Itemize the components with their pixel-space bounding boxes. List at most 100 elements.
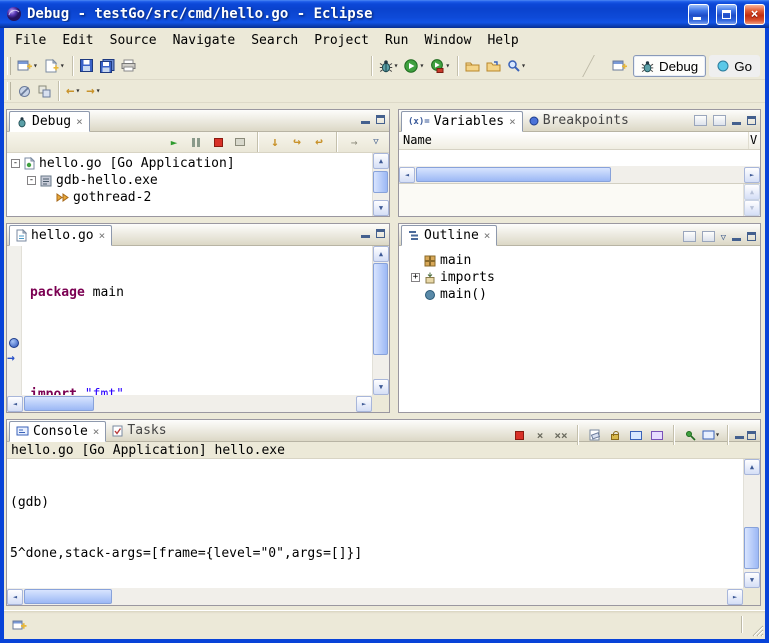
print-button[interactable] <box>118 55 139 77</box>
menu-source[interactable]: Source <box>102 30 165 51</box>
maximize-view-button[interactable] <box>376 229 385 238</box>
maximize-view-button[interactable] <box>376 115 385 124</box>
scroll-down-button[interactable]: ▼ <box>373 200 389 216</box>
menu-project[interactable]: Project <box>306 30 377 51</box>
minimize-view-button[interactable] <box>732 117 741 125</box>
expander-icon[interactable]: - <box>27 176 36 185</box>
scroll-right-button[interactable]: ► <box>727 589 743 605</box>
show-type-names-button[interactable] <box>694 115 707 126</box>
scroll-left-button[interactable]: ◄ <box>7 589 23 605</box>
tab-close-icon[interactable]: × <box>93 427 100 437</box>
open-project-button[interactable] <box>462 55 483 77</box>
save-all-button[interactable] <box>97 55 118 77</box>
clear-console-button[interactable] <box>585 427 603 443</box>
tab-tasks[interactable]: Tasks <box>106 420 172 441</box>
variables-horizontal-scrollbar[interactable]: ◄ ► <box>399 166 760 183</box>
minimize-view-button[interactable] <box>732 233 741 241</box>
tab-close-icon[interactable]: × <box>509 117 516 127</box>
skip-breakpoints-button[interactable] <box>14 80 34 102</box>
forward-button[interactable]: → ▾ <box>83 80 103 102</box>
scrollbar-track[interactable] <box>744 475 760 572</box>
debug-tree-row-launch[interactable]: - hello.go [Go Application] <box>7 155 389 172</box>
open-resource-button[interactable] <box>483 55 504 77</box>
show-console-stdout-button[interactable] <box>627 427 645 443</box>
scroll-left-button[interactable]: ◄ <box>399 167 415 183</box>
scroll-up-button[interactable]: ▲ <box>744 459 760 475</box>
resume-button[interactable]: ► <box>165 134 183 151</box>
minimize-button[interactable] <box>688 4 709 25</box>
view-menu-button[interactable]: ▽ <box>721 229 726 244</box>
search-button[interactable]: ▾ <box>504 55 529 77</box>
tab-variables[interactable]: (x)= Variables × <box>401 111 523 132</box>
scrollbar-track[interactable] <box>415 167 744 182</box>
tab-breakpoints[interactable]: Breakpoints <box>523 110 635 131</box>
outline-item-package[interactable]: main <box>407 252 760 269</box>
use-step-filters-button[interactable]: → <box>345 134 363 151</box>
back-button[interactable]: ← ▾ <box>63 80 83 102</box>
minimize-view-button[interactable] <box>361 230 370 238</box>
console-output-area[interactable]: (gdb) 5^done,stack-args=[frame={level="0… <box>7 459 760 588</box>
scroll-down-button[interactable]: ▼ <box>744 572 760 588</box>
outline-item-main-func[interactable]: main() <box>407 286 760 303</box>
tab-close-icon[interactable]: × <box>99 231 106 241</box>
scrollbar-track[interactable] <box>23 396 356 411</box>
collapse-all-button[interactable] <box>713 115 726 126</box>
hide-fields-button[interactable] <box>702 231 715 242</box>
close-button[interactable]: × <box>744 4 765 25</box>
column-header-name[interactable]: Name <box>399 132 749 149</box>
menu-run[interactable]: Run <box>377 30 416 51</box>
maximize-view-button[interactable] <box>747 232 756 241</box>
maximize-view-button[interactable] <box>747 431 756 440</box>
toolbar-grip[interactable] <box>7 82 11 100</box>
pin-console-button[interactable] <box>681 427 699 443</box>
detail-vertical-scrollbar[interactable]: ▲ ▼ <box>743 184 760 216</box>
tab-debug[interactable]: Debug × <box>9 111 90 132</box>
maximize-view-button[interactable] <box>747 116 756 125</box>
menu-navigate[interactable]: Navigate <box>165 30 244 51</box>
view-menu-button[interactable]: ▽ <box>367 134 385 151</box>
column-header-value[interactable]: V <box>749 132 760 149</box>
scroll-down-button[interactable]: ▼ <box>744 200 760 216</box>
resize-grip[interactable] <box>750 623 764 637</box>
external-tools-button[interactable]: ▾ <box>427 55 453 77</box>
maximize-button[interactable] <box>716 4 737 25</box>
scroll-up-button[interactable]: ▲ <box>744 184 760 200</box>
scrollbar-thumb[interactable] <box>373 263 388 355</box>
fast-view-button[interactable] <box>9 615 30 635</box>
outline-item-imports[interactable]: + imports <box>407 269 760 286</box>
menu-help[interactable]: Help <box>479 30 526 51</box>
console-horizontal-scrollbar[interactable]: ◄ ► <box>7 588 743 605</box>
expander-icon[interactable]: - <box>11 159 20 168</box>
tab-hello-go[interactable]: hello.go × <box>9 225 112 246</box>
perspective-go-button[interactable]: Go <box>709 55 760 77</box>
scroll-left-button[interactable]: ◄ <box>7 396 23 412</box>
debug-tree-row-process[interactable]: - gdb-hello.exe <box>7 172 389 189</box>
menu-window[interactable]: Window <box>416 30 479 51</box>
save-button[interactable] <box>77 55 97 77</box>
menu-file[interactable]: File <box>7 30 54 51</box>
toolbar-grip[interactable] <box>7 57 11 75</box>
variables-detail-pane[interactable]: ▲ ▼ <box>399 183 760 216</box>
scrollbar-thumb[interactable] <box>24 396 94 411</box>
tab-console[interactable]: Console × <box>9 421 106 442</box>
menu-search[interactable]: Search <box>243 30 306 51</box>
console-vertical-scrollbar[interactable]: ▲ ▼ <box>743 459 760 588</box>
scroll-up-button[interactable]: ▲ <box>373 246 389 262</box>
minimize-view-button[interactable] <box>361 116 370 124</box>
perspective-debug-button[interactable]: Debug <box>633 55 706 77</box>
new-wizard-button[interactable]: ▾ <box>14 55 41 77</box>
open-console-button[interactable]: ▾ <box>702 427 720 443</box>
minimize-view-button[interactable] <box>735 431 744 439</box>
scroll-up-button[interactable]: ▲ <box>373 153 389 169</box>
scrollbar-track[interactable] <box>23 589 727 604</box>
terminate-process-button[interactable] <box>510 427 528 443</box>
scrollbar-thumb[interactable] <box>416 167 611 182</box>
suspend-button[interactable] <box>187 134 205 151</box>
scrollbar-thumb[interactable] <box>24 589 112 604</box>
tab-close-icon[interactable]: × <box>484 231 491 241</box>
show-console-stderr-button[interactable] <box>648 427 666 443</box>
variables-list[interactable] <box>399 150 760 166</box>
debug-vertical-scrollbar[interactable]: ▲ ▼ <box>372 153 389 216</box>
scroll-lock-button[interactable] <box>606 427 624 443</box>
link-with-editor-button[interactable] <box>34 80 54 102</box>
